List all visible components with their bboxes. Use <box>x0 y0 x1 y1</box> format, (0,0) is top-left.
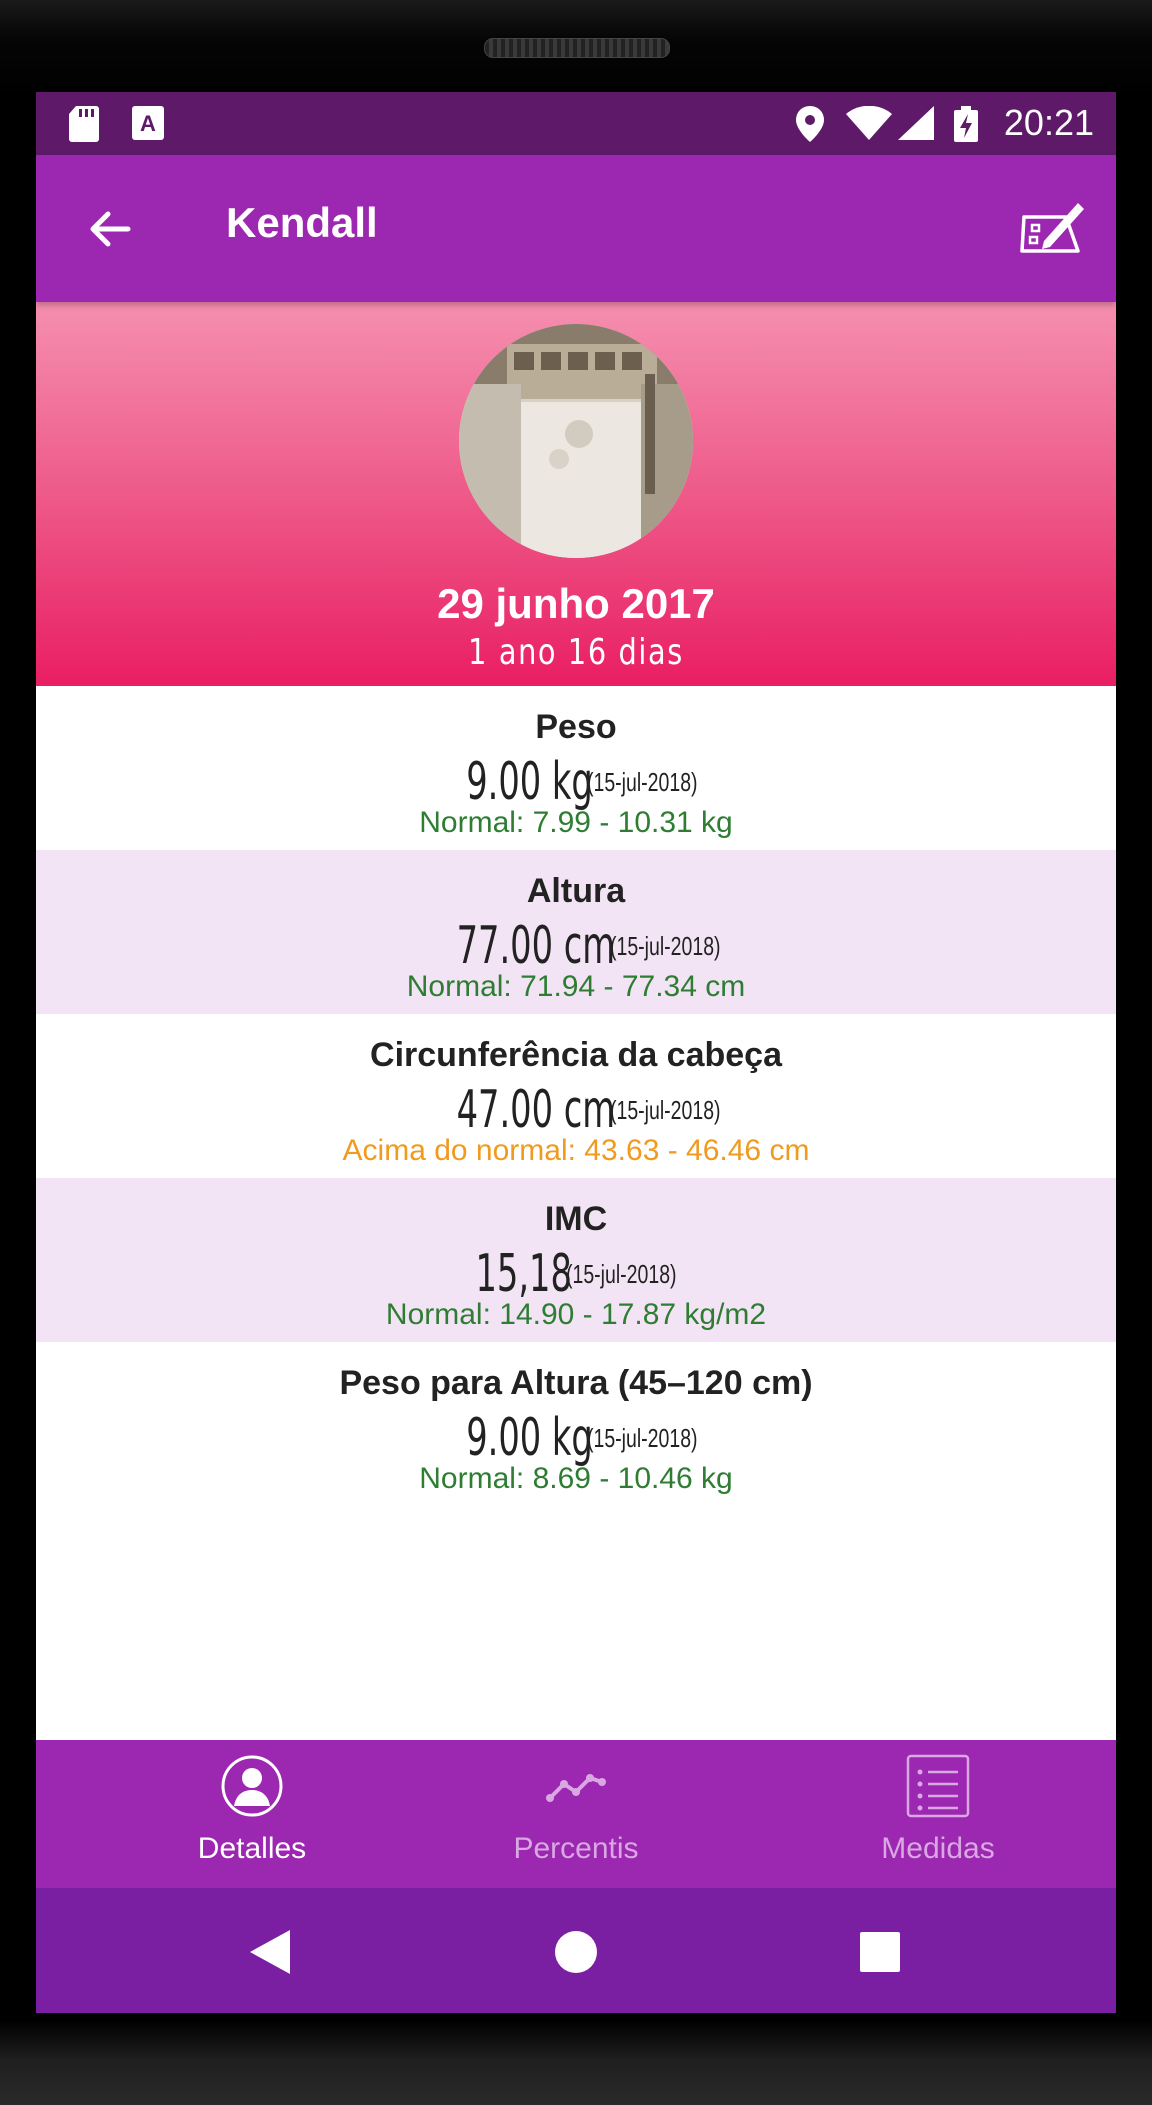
sd-card-icon <box>68 106 100 147</box>
edit-note-icon <box>1020 203 1084 253</box>
measurement-value: 47.00 cm <box>456 1080 616 1140</box>
profile-header: 29 junho 2017 1 ano 16 dias <box>36 302 1116 686</box>
measurement-value-line: 9.00 kg (15-jul-2018) <box>36 752 1116 812</box>
wifi-icon <box>846 105 892 145</box>
page-title: Kendall <box>226 199 378 246</box>
back-button[interactable] <box>82 201 138 257</box>
status-bar: A 20:21 <box>36 92 1116 155</box>
tab-detalles[interactable]: Detalles <box>122 1740 382 1888</box>
measurement-date: (15-jul-2018) <box>587 766 698 797</box>
measurement-range: Normal: 8.69 - 10.46 kg <box>419 1462 733 1495</box>
recents-square-icon[interactable] <box>860 1932 900 1972</box>
tab-label: Percentis <box>513 1832 639 1865</box>
list-icon <box>906 1754 970 1818</box>
birth-date: 29 junho 2017 <box>437 580 715 627</box>
measurement-date: (15-jul-2018) <box>587 1422 698 1453</box>
text-a-icon: A <box>132 106 164 145</box>
measurement-range: Normal: 7.99 - 10.31 kg <box>419 806 733 839</box>
speaker-grille <box>484 38 670 58</box>
measurement-title: IMC <box>544 1200 608 1238</box>
measurement-row-bmi[interactable]: IMC 15,18 (15-jul-2018) Normal: 14.90 - … <box>36 1178 1116 1342</box>
home-circle-icon[interactable] <box>554 1930 598 1974</box>
person-icon <box>221 1755 283 1817</box>
battery-charging-icon <box>954 106 978 147</box>
measurement-value: 15,18 <box>475 1244 573 1304</box>
measurement-value-line: 15,18 (15-jul-2018) <box>36 1244 1116 1304</box>
avatar[interactable] <box>459 324 693 558</box>
measurement-row-weight-for-height[interactable]: Peso para Altura (45–120 cm) 9.00 kg (15… <box>36 1342 1116 1506</box>
back-triangle-icon[interactable] <box>250 1930 290 1974</box>
measurement-title: Altura <box>526 872 626 910</box>
app-bar: Kendall <box>36 155 1116 302</box>
device-frame: A 20:21 Kendall 29 junho 2017 1 ano 16 d… <box>0 0 1152 2105</box>
age-text: 1 ano 16 dias <box>468 632 684 673</box>
bottom-navigation: Detalles Percentis Medidas <box>36 1740 1116 1888</box>
tab-label: Detalles <box>197 1832 307 1865</box>
measurement-value-line: 9.00 kg (15-jul-2018) <box>36 1408 1116 1468</box>
measurement-date: (15-jul-2018) <box>609 930 721 961</box>
measurement-date: (15-jul-2018) <box>566 1258 678 1289</box>
avatar-photo <box>459 324 693 558</box>
measurement-title: Peso para Altura (45–120 cm) <box>339 1364 813 1402</box>
edit-button[interactable] <box>1016 191 1088 263</box>
measurement-value: 77.00 cm <box>456 916 616 976</box>
screen: A 20:21 Kendall 29 junho 2017 1 ano 16 d… <box>36 92 1116 2013</box>
measurement-value: 9.00 kg <box>466 1408 593 1468</box>
measurement-row-head-circumference[interactable]: Circunferência da cabeça 47.00 cm (15-ju… <box>36 1014 1116 1178</box>
status-time: 20:21 <box>1003 102 1094 143</box>
tab-medidas[interactable]: Medidas <box>808 1740 1068 1888</box>
measurement-value: 9.00 kg <box>466 752 593 812</box>
svg-text:A: A <box>140 111 156 136</box>
measurement-value-line: 77.00 cm (15-jul-2018) <box>36 916 1116 976</box>
measurement-value-line: 47.00 cm (15-jul-2018) <box>36 1080 1116 1140</box>
tab-percentis[interactable]: Percentis <box>446 1740 706 1888</box>
tab-label: Medidas <box>881 1832 995 1865</box>
arrow-left-icon <box>90 211 131 247</box>
measurement-title: Circunferência da cabeça <box>370 1036 782 1074</box>
measurement-date: (15-jul-2018) <box>609 1094 721 1125</box>
measurement-row-weight[interactable]: Peso 9.00 kg (15-jul-2018) Normal: 7.99 … <box>36 686 1116 850</box>
line-chart-icon <box>546 1774 606 1802</box>
system-navigation-bar <box>36 1888 1116 2013</box>
measurement-title: Peso <box>535 708 617 746</box>
signal-icon <box>898 106 934 145</box>
measurement-row-height[interactable]: Altura 77.00 cm (15-jul-2018) Normal: 71… <box>36 850 1116 1014</box>
measurement-range: Normal: 14.90 - 17.87 kg/m2 <box>385 1298 767 1331</box>
measurement-range: Normal: 71.94 - 77.34 cm <box>406 970 746 1003</box>
measurement-range: Acima do normal: 43.63 - 46.46 cm <box>342 1134 810 1167</box>
location-icon <box>796 106 824 147</box>
